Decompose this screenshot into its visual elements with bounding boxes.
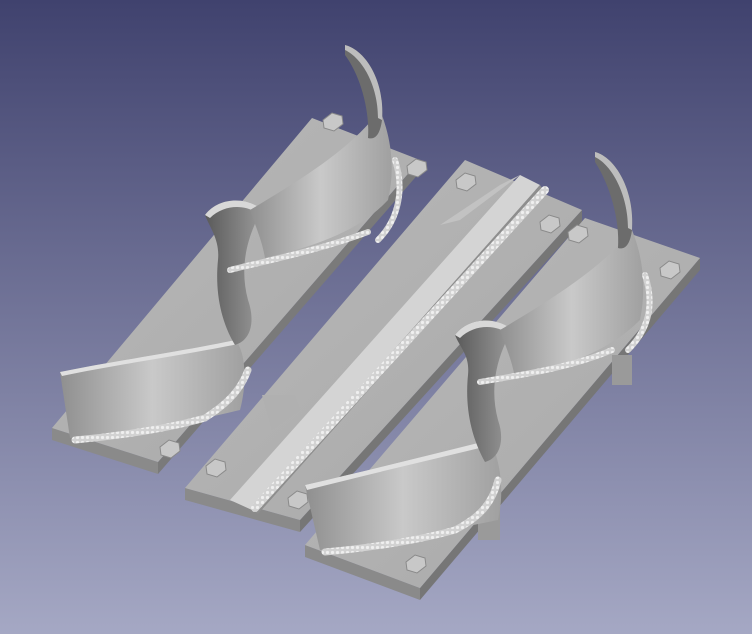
right-support-foot — [612, 355, 632, 385]
viewport-canvas[interactable] — [0, 0, 752, 634]
3d-viewport[interactable] — [0, 0, 752, 634]
